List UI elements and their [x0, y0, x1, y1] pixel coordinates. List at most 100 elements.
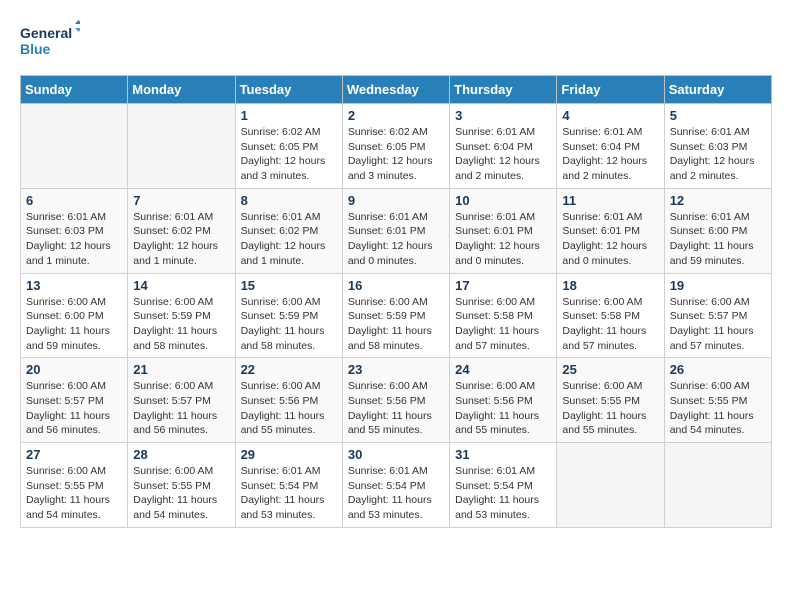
day-info: Sunrise: 6:01 AM Sunset: 5:54 PM Dayligh… [455, 464, 551, 523]
day-number: 8 [241, 193, 337, 208]
calendar-cell: 31 Sunrise: 6:01 AM Sunset: 5:54 PM Dayli… [450, 443, 557, 528]
day-info: Sunrise: 6:02 AM Sunset: 6:05 PM Dayligh… [348, 125, 444, 184]
day-number: 29 [241, 447, 337, 462]
day-info: Sunrise: 6:00 AM Sunset: 5:59 PM Dayligh… [133, 295, 229, 354]
day-number: 21 [133, 362, 229, 377]
day-number: 30 [348, 447, 444, 462]
day-number: 26 [670, 362, 766, 377]
logo-svg: General Blue [20, 20, 80, 65]
calendar-cell: 23 Sunrise: 6:00 AM Sunset: 5:56 PM Dayli… [342, 358, 449, 443]
weekday-header-cell: Saturday [664, 76, 771, 104]
calendar-cell: 17 Sunrise: 6:00 AM Sunset: 5:58 PM Dayli… [450, 273, 557, 358]
day-number: 28 [133, 447, 229, 462]
calendar-cell: 21 Sunrise: 6:00 AM Sunset: 5:57 PM Dayli… [128, 358, 235, 443]
day-info: Sunrise: 6:01 AM Sunset: 6:02 PM Dayligh… [241, 210, 337, 269]
calendar-cell [128, 104, 235, 189]
day-info: Sunrise: 6:00 AM Sunset: 5:56 PM Dayligh… [241, 379, 337, 438]
calendar-cell: 7 Sunrise: 6:01 AM Sunset: 6:02 PM Daylig… [128, 188, 235, 273]
day-info: Sunrise: 6:00 AM Sunset: 5:55 PM Dayligh… [670, 379, 766, 438]
day-number: 10 [455, 193, 551, 208]
day-number: 7 [133, 193, 229, 208]
day-info: Sunrise: 6:00 AM Sunset: 5:57 PM Dayligh… [133, 379, 229, 438]
weekday-header-cell: Friday [557, 76, 664, 104]
calendar-cell: 3Sunrise: 6:01 AM Sunset: 6:04 PM Daylig… [450, 104, 557, 189]
day-info: Sunrise: 6:00 AM Sunset: 5:59 PM Dayligh… [348, 295, 444, 354]
svg-text:General: General [20, 25, 72, 41]
calendar-body: 1 Sunrise: 6:02 AM Sunset: 6:05 PM Daylig… [21, 104, 772, 528]
calendar-cell: 8 Sunrise: 6:01 AM Sunset: 6:02 PM Daylig… [235, 188, 342, 273]
day-number: 1 [241, 108, 337, 123]
day-info: Sunrise: 6:02 AM Sunset: 6:05 PM Dayligh… [241, 125, 337, 184]
calendar-cell [664, 443, 771, 528]
weekday-header-cell: Thursday [450, 76, 557, 104]
day-number: 23 [348, 362, 444, 377]
calendar-cell: 22 Sunrise: 6:00 AM Sunset: 5:56 PM Dayli… [235, 358, 342, 443]
calendar-cell: 24Sunrise: 6:00 AM Sunset: 5:56 PM Dayli… [450, 358, 557, 443]
day-info: Sunrise: 6:00 AM Sunset: 5:56 PM Dayligh… [348, 379, 444, 438]
calendar-cell: 28Sunrise: 6:00 AM Sunset: 5:55 PM Dayli… [128, 443, 235, 528]
calendar-cell: 26 Sunrise: 6:00 AM Sunset: 5:55 PM Dayli… [664, 358, 771, 443]
day-number: 18 [562, 278, 658, 293]
calendar-cell: 29 Sunrise: 6:01 AM Sunset: 5:54 PM Dayli… [235, 443, 342, 528]
day-info: Sunrise: 6:01 AM Sunset: 6:02 PM Dayligh… [133, 210, 229, 269]
day-number: 22 [241, 362, 337, 377]
day-info: Sunrise: 6:00 AM Sunset: 5:58 PM Dayligh… [562, 295, 658, 354]
day-number: 14 [133, 278, 229, 293]
calendar-week-row: 1 Sunrise: 6:02 AM Sunset: 6:05 PM Daylig… [21, 104, 772, 189]
calendar-week-row: 20 Sunrise: 6:00 AM Sunset: 5:57 PM Dayli… [21, 358, 772, 443]
calendar-cell: 20 Sunrise: 6:00 AM Sunset: 5:57 PM Dayli… [21, 358, 128, 443]
day-number: 27 [26, 447, 122, 462]
calendar-cell: 2Sunrise: 6:02 AM Sunset: 6:05 PM Daylig… [342, 104, 449, 189]
day-info: Sunrise: 6:00 AM Sunset: 5:57 PM Dayligh… [26, 379, 122, 438]
day-number: 15 [241, 278, 337, 293]
day-info: Sunrise: 6:01 AM Sunset: 6:03 PM Dayligh… [670, 125, 766, 184]
day-number: 25 [562, 362, 658, 377]
weekday-header-cell: Monday [128, 76, 235, 104]
calendar-cell: 1 Sunrise: 6:02 AM Sunset: 6:05 PM Daylig… [235, 104, 342, 189]
day-number: 11 [562, 193, 658, 208]
calendar-cell: 12Sunrise: 6:01 AM Sunset: 6:00 PM Dayli… [664, 188, 771, 273]
day-number: 17 [455, 278, 551, 293]
logo: General Blue [20, 20, 80, 65]
day-number: 9 [348, 193, 444, 208]
calendar-cell: 15Sunrise: 6:00 AM Sunset: 5:59 PM Dayli… [235, 273, 342, 358]
day-info: Sunrise: 6:00 AM Sunset: 5:56 PM Dayligh… [455, 379, 551, 438]
day-info: Sunrise: 6:01 AM Sunset: 6:01 PM Dayligh… [348, 210, 444, 269]
day-info: Sunrise: 6:01 AM Sunset: 6:01 PM Dayligh… [562, 210, 658, 269]
calendar-cell: 25Sunrise: 6:00 AM Sunset: 5:55 PM Dayli… [557, 358, 664, 443]
calendar-week-row: 13 Sunrise: 6:00 AM Sunset: 6:00 PM Dayli… [21, 273, 772, 358]
calendar-cell: 19 Sunrise: 6:00 AM Sunset: 5:57 PM Dayli… [664, 273, 771, 358]
calendar-cell [21, 104, 128, 189]
day-info: Sunrise: 6:00 AM Sunset: 5:57 PM Dayligh… [670, 295, 766, 354]
calendar-cell: 5 Sunrise: 6:01 AM Sunset: 6:03 PM Daylig… [664, 104, 771, 189]
day-info: Sunrise: 6:00 AM Sunset: 5:58 PM Dayligh… [455, 295, 551, 354]
calendar-week-row: 27 Sunrise: 6:00 AM Sunset: 5:55 PM Dayli… [21, 443, 772, 528]
calendar-cell: 30Sunrise: 6:01 AM Sunset: 5:54 PM Dayli… [342, 443, 449, 528]
day-number: 19 [670, 278, 766, 293]
calendar-cell: 6 Sunrise: 6:01 AM Sunset: 6:03 PM Daylig… [21, 188, 128, 273]
calendar-table: SundayMondayTuesdayWednesdayThursdayFrid… [20, 75, 772, 528]
day-info: Sunrise: 6:00 AM Sunset: 5:55 PM Dayligh… [26, 464, 122, 523]
calendar-cell: 18 Sunrise: 6:00 AM Sunset: 5:58 PM Dayli… [557, 273, 664, 358]
svg-text:Blue: Blue [20, 41, 51, 57]
weekday-header-cell: Sunday [21, 76, 128, 104]
day-number: 31 [455, 447, 551, 462]
day-number: 20 [26, 362, 122, 377]
weekday-header-cell: Wednesday [342, 76, 449, 104]
day-number: 13 [26, 278, 122, 293]
day-number: 6 [26, 193, 122, 208]
calendar-cell: 11 Sunrise: 6:01 AM Sunset: 6:01 PM Dayli… [557, 188, 664, 273]
calendar-cell: 9 Sunrise: 6:01 AM Sunset: 6:01 PM Daylig… [342, 188, 449, 273]
day-number: 5 [670, 108, 766, 123]
day-info: Sunrise: 6:00 AM Sunset: 6:00 PM Dayligh… [26, 295, 122, 354]
day-info: Sunrise: 6:01 AM Sunset: 6:00 PM Dayligh… [670, 210, 766, 269]
day-info: Sunrise: 6:01 AM Sunset: 6:04 PM Dayligh… [562, 125, 658, 184]
day-info: Sunrise: 6:01 AM Sunset: 5:54 PM Dayligh… [241, 464, 337, 523]
calendar-cell: 27 Sunrise: 6:00 AM Sunset: 5:55 PM Dayli… [21, 443, 128, 528]
day-info: Sunrise: 6:01 AM Sunset: 6:03 PM Dayligh… [26, 210, 122, 269]
calendar-week-row: 6 Sunrise: 6:01 AM Sunset: 6:03 PM Daylig… [21, 188, 772, 273]
calendar-cell: 13 Sunrise: 6:00 AM Sunset: 6:00 PM Dayli… [21, 273, 128, 358]
weekday-header-cell: Tuesday [235, 76, 342, 104]
calendar-cell: 10Sunrise: 6:01 AM Sunset: 6:01 PM Dayli… [450, 188, 557, 273]
calendar-cell: 14 Sunrise: 6:00 AM Sunset: 5:59 PM Dayli… [128, 273, 235, 358]
